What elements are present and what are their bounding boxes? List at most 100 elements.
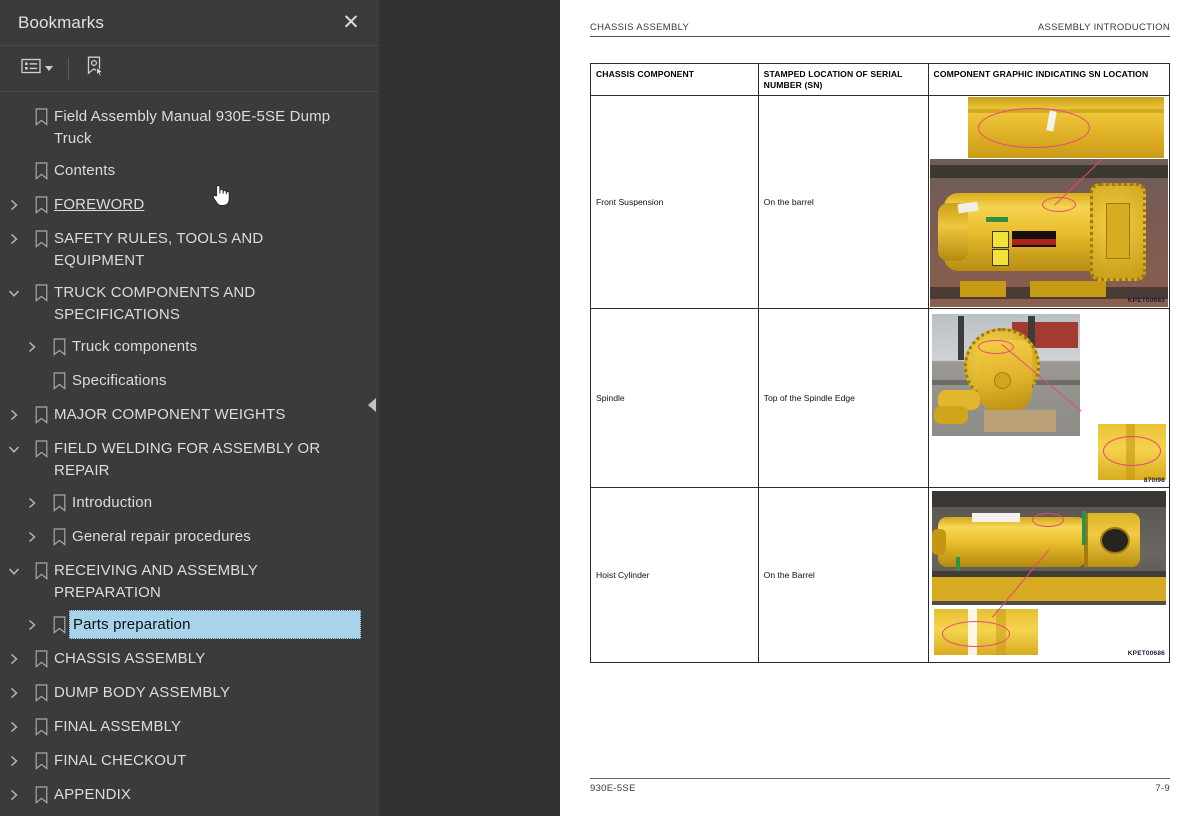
bookmark-icon — [46, 488, 72, 518]
bookmark-icon — [28, 102, 54, 132]
chevron-down-icon[interactable] — [0, 556, 28, 586]
bookmark-label: Parts preparation — [69, 610, 361, 639]
bookmark-label: TRUCK COMPONENTS AND SPECIFICATIONS — [54, 284, 256, 323]
figure-caption: KPET00686 — [1127, 650, 1165, 657]
bookmark-item[interactable]: Specifications — [0, 364, 379, 398]
chevron-down-icon[interactable] — [0, 434, 28, 464]
chevron-down-icon[interactable] — [0, 278, 28, 308]
pdf-page: CHASSIS ASSEMBLY ASSEMBLY INTRODUCTION C… — [560, 0, 1200, 816]
column-header-stamped-location: STAMPED LOCATION OF SERIAL NUMBER (SN) — [757, 63, 929, 96]
footer-left-text: 930E-5SE — [590, 783, 636, 794]
chevron-right-icon[interactable] — [0, 678, 28, 708]
bookmark-item[interactable]: Field Assembly Manual 930E-5SE Dump Truc… — [0, 100, 379, 154]
bookmarks-tree[interactable]: Field Assembly Manual 930E-5SE Dump Truc… — [0, 92, 379, 816]
figure-inset-photo — [1098, 424, 1166, 480]
bookmark-icon — [28, 746, 54, 776]
bookmark-icon — [28, 712, 54, 742]
bookmark-icon — [46, 366, 72, 396]
bookmark-icon — [28, 780, 54, 810]
bookmark-label: Truck components — [72, 338, 198, 355]
chevron-right-icon[interactable] — [18, 332, 46, 362]
bookmark-item[interactable]: TRUCK COMPONENTS AND SPECIFICATIONS — [0, 276, 379, 330]
bookmark-label: RECEIVING AND ASSEMBLY PREPARATION — [54, 562, 258, 601]
figure-inset-photo — [929, 97, 1168, 159]
bookmark-label: Specifications — [72, 372, 167, 389]
bookmark-label: FIELD WELDING FOR ASSEMBLY OR REPAIR — [54, 440, 321, 479]
bookmark-icon — [28, 678, 54, 708]
new-bookmark-icon — [84, 55, 106, 82]
panel-resize-strip — [368, 0, 380, 816]
bookmark-label: Contents — [54, 162, 116, 179]
chevron-right-icon[interactable] — [18, 488, 46, 518]
bookmark-item[interactable]: Contents — [0, 154, 379, 188]
callout-ellipse — [1031, 513, 1064, 527]
header-right-text: ASSEMBLY INTRODUCTION — [1037, 22, 1170, 33]
bookmark-label: MAJOR COMPONENT WEIGHTS — [54, 406, 286, 423]
column-header-component: CHASSIS COMPONENT — [590, 63, 759, 96]
bookmark-item[interactable]: General repair procedures — [0, 520, 379, 554]
bookmark-item[interactable]: FINAL CHECKOUT — [0, 744, 379, 778]
figure-caption: KPET00683 — [1127, 297, 1165, 304]
table-header-row: CHASSIS COMPONENT STAMPED LOCATION OF SE… — [590, 63, 1171, 96]
cell-component: Front Suspension — [590, 95, 759, 309]
page-running-footer: 930E-5SE 7-9 — [590, 778, 1170, 794]
chevron-right-icon[interactable] — [0, 224, 28, 254]
bookmark-options-button[interactable] — [16, 54, 58, 83]
bookmark-item[interactable]: MAJOR COMPONENT WEIGHTS — [0, 398, 379, 432]
figure-caption: 870I98 — [1143, 477, 1165, 484]
bookmark-item[interactable]: FINAL ASSEMBLY — [0, 710, 379, 744]
bookmark-icon — [28, 556, 54, 586]
bookmark-item[interactable]: APPENDIX — [0, 778, 379, 812]
bookmark-label: FINAL ASSEMBLY — [54, 718, 182, 735]
bookmark-label: DUMP BODY ASSEMBLY — [54, 684, 231, 701]
twisty-placeholder — [0, 102, 28, 132]
chevron-right-icon[interactable] — [0, 644, 28, 674]
chevron-right-icon[interactable] — [18, 522, 46, 552]
cell-component: Spindle — [590, 308, 759, 488]
callout-ellipse — [977, 108, 1090, 148]
collapse-panel-handle-icon[interactable] — [368, 398, 376, 412]
bookmark-label: Field Assembly Manual 930E-5SE Dump Truc… — [54, 108, 331, 147]
chevron-down-icon — [45, 66, 53, 71]
bookmark-icon — [28, 224, 54, 254]
bookmark-item[interactable]: CHASSIS ASSEMBLY — [0, 642, 379, 676]
bookmark-item-foreword[interactable]: FOREWORD — [0, 188, 379, 222]
close-icon[interactable]: ✕ — [337, 9, 365, 37]
options-list-icon — [21, 58, 41, 79]
callout-ellipse — [1103, 436, 1161, 466]
column-header-graphic: COMPONENT GRAPHIC INDICATING SN LOCATION — [927, 63, 1171, 96]
toolbar-divider — [68, 57, 69, 80]
bookmark-item[interactable]: FIELD WELDING FOR ASSEMBLY OR REPAIR — [0, 432, 379, 486]
bookmarks-toolbar — [0, 46, 379, 92]
chevron-right-icon[interactable] — [18, 610, 46, 640]
figure-main-photo: KPET00683 — [929, 159, 1168, 307]
bookmark-icon — [28, 278, 54, 308]
new-bookmark-button[interactable] — [79, 51, 111, 86]
chevron-right-icon[interactable] — [0, 780, 28, 810]
bookmark-item-parts-preparation[interactable]: Parts preparation — [0, 608, 379, 642]
cell-figure: KPET00683 — [927, 95, 1171, 309]
bookmark-item[interactable]: SAFETY RULES, TOOLS AND EQUIPMENT — [0, 222, 379, 276]
pdf-viewer-area: CHASSIS ASSEMBLY ASSEMBLY INTRODUCTION C… — [380, 0, 1200, 816]
bookmark-label: Introduction — [72, 494, 153, 511]
bookmark-label: APPENDIX — [54, 786, 132, 803]
bookmark-item[interactable]: RECEIVING AND ASSEMBLY PREPARATION — [0, 554, 379, 608]
bookmark-item[interactable]: Truck components — [0, 330, 379, 364]
figure-hoist-cylinder: KPET00686 — [930, 489, 1168, 661]
figure-main-photo — [931, 491, 1166, 605]
figure-main-photo — [931, 314, 1080, 436]
chevron-right-icon[interactable] — [0, 400, 28, 430]
bookmark-item[interactable]: Introduction — [0, 486, 379, 520]
twisty-placeholder — [0, 156, 28, 186]
bookmark-item[interactable]: DUMP BODY ASSEMBLY — [0, 676, 379, 710]
chevron-right-icon[interactable] — [0, 712, 28, 742]
bookmarks-panel-header: Bookmarks ✕ — [0, 0, 379, 46]
panel-title: Bookmarks — [18, 12, 104, 32]
chevron-right-icon[interactable] — [0, 746, 28, 776]
table-row: Hoist Cylinder On the Barrel KPET00686 — [590, 487, 1171, 663]
chevron-right-icon[interactable] — [0, 190, 28, 220]
cell-stamped-location: Top of the Spindle Edge — [757, 308, 929, 488]
bookmark-icon — [28, 644, 54, 674]
figure-front-suspension: KPET00683 — [929, 97, 1168, 307]
callout-ellipse — [941, 621, 1010, 647]
